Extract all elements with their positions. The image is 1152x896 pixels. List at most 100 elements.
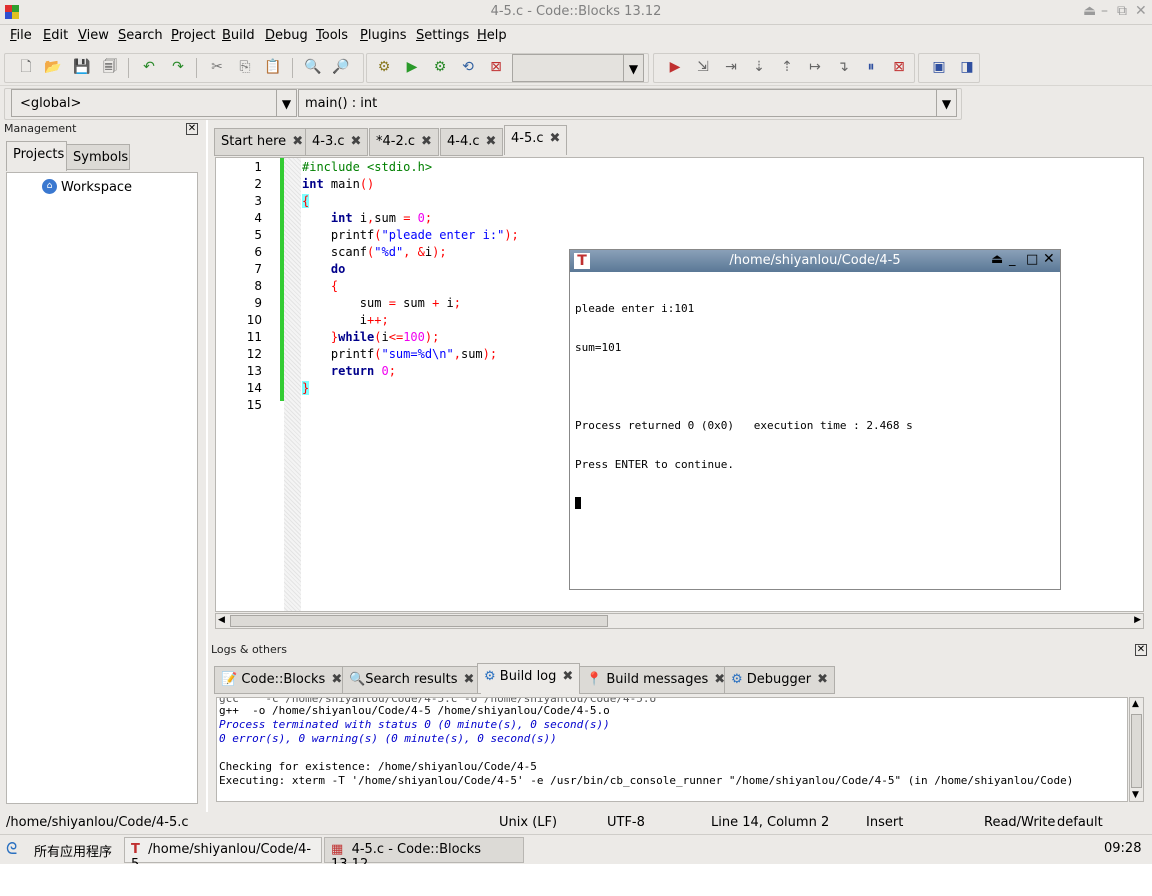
tab-4-4[interactable]: 4-4.c ✖ <box>440 128 504 156</box>
terminal-line: Process returned 0 (0x0) execution time … <box>575 419 913 432</box>
shade-icon[interactable]: ⏏ <box>1083 3 1096 19</box>
menu-tools[interactable]: Tools <box>316 28 348 43</box>
status-access: Read/Write <box>984 815 1056 830</box>
close-tab-icon[interactable]: ✖ <box>464 672 475 687</box>
step-into-icon[interactable]: ⇣ <box>750 58 768 76</box>
tab-search-results[interactable]: 🔍Search results ✖ <box>342 666 482 694</box>
code-line: int i,sum = 0; <box>330 211 433 225</box>
abort-icon[interactable]: ⊠ <box>487 58 505 76</box>
tab-projects[interactable]: Projects <box>6 141 67 171</box>
desktop-background <box>0 864 1152 896</box>
tab-4-5[interactable]: 4-5.c ✖ <box>504 125 568 155</box>
break-debugger-icon[interactable]: ⏸ <box>862 58 880 76</box>
tab-build-messages[interactable]: 📍 Build messages ✖ <box>579 666 733 694</box>
log-vertical-scrollbar[interactable]: ▲ ▼ <box>1129 697 1144 802</box>
close-tab-icon[interactable]: ✖ <box>486 134 497 149</box>
build-and-run-icon[interactable]: ⚙ <box>431 58 449 76</box>
close-tab-icon[interactable]: ✖ <box>331 672 342 687</box>
apps-menu-icon[interactable]: ᘓ <box>6 841 30 857</box>
tab-4-3[interactable]: 4-3.c ✖ <box>305 128 369 156</box>
close-icon[interactable]: ✕ <box>1043 251 1055 267</box>
line-number: 2 <box>254 177 262 191</box>
build-log-output[interactable]: gcc -c /home/shiyanlou/Code/4-5.c -o /ho… <box>216 697 1128 802</box>
undo-icon[interactable]: ↶ <box>140 58 158 76</box>
shade-icon[interactable]: ⏏ <box>991 252 1003 267</box>
xterm-window[interactable]: T /home/shiyanlou/Code/4-5 ⏏ _ □ ✕ plead… <box>569 249 1061 590</box>
menu-help[interactable]: Help <box>477 28 507 43</box>
save-icon[interactable]: 💾 <box>73 58 91 76</box>
minimize-icon[interactable]: – <box>1101 3 1108 19</box>
symbol-select[interactable]: main() : int ▼ <box>298 89 957 117</box>
tab-debugger[interactable]: ⚙ Debugger ✖ <box>724 666 836 694</box>
code-line: { <box>302 194 310 208</box>
find-icon[interactable]: 🔍 <box>304 58 322 76</box>
run-to-cursor-icon[interactable]: ⇲ <box>694 58 712 76</box>
close-panel-icon[interactable]: ✕ <box>186 123 198 135</box>
code-line: { <box>330 279 339 293</box>
various-info-icon[interactable]: ◨ <box>958 58 976 76</box>
apps-menu-label[interactable]: 所有应用程序 <box>34 841 112 860</box>
scope-select[interactable]: <global> ▼ <box>11 89 297 117</box>
tab-symbols[interactable]: Symbols <box>66 144 130 170</box>
maximize-icon[interactable]: □ <box>1026 252 1038 267</box>
scroll-right-icon[interactable]: ▶ <box>1134 615 1141 625</box>
close-icon[interactable]: ✕ <box>1135 3 1147 19</box>
close-panel-icon[interactable]: ✕ <box>1135 644 1147 656</box>
tab-codeblocks-log[interactable]: 📝 Code::Blocks ✖ <box>214 666 350 694</box>
close-tab-icon[interactable]: ✖ <box>351 134 362 149</box>
close-tab-icon[interactable]: ✖ <box>292 134 303 149</box>
taskbar-xterm[interactable]: T /home/shiyanlou/Code/4-5 <box>124 837 322 872</box>
rebuild-icon[interactable]: ⟲ <box>459 58 477 76</box>
tab-4-2[interactable]: *4-2.c ✖ <box>369 128 439 156</box>
debug-start-icon[interactable]: ▶ <box>666 58 684 76</box>
stop-debugger-icon[interactable]: ⊠ <box>890 58 908 76</box>
redo-icon[interactable]: ↷ <box>169 58 187 76</box>
menu-settings[interactable]: Settings <box>416 28 469 43</box>
window-titlebar: 4-5.c - Code::Blocks 13.12 ⏏ – ⧉ ✕ <box>0 0 1152 25</box>
replace-icon[interactable]: 🔎 <box>332 58 350 76</box>
menu-search[interactable]: Search <box>118 28 163 43</box>
scroll-thumb[interactable] <box>1131 714 1142 788</box>
menu-build[interactable]: Build <box>222 28 255 43</box>
terminal-line: Press ENTER to continue. <box>575 458 734 471</box>
step-into-instruction-icon[interactable]: ↴ <box>834 58 852 76</box>
next-line-icon[interactable]: ⇥ <box>722 58 740 76</box>
menu-project[interactable]: Project <box>171 28 216 43</box>
close-tab-icon[interactable]: ✖ <box>421 134 432 149</box>
build-icon[interactable]: ⚙ <box>375 58 393 76</box>
scroll-thumb[interactable] <box>230 615 608 627</box>
menu-debug[interactable]: Debug <box>265 28 308 43</box>
new-file-icon[interactable]: 🗋 <box>17 58 35 76</box>
workspace-item[interactable]: Workspace <box>61 180 132 195</box>
menu-mnemonic: S <box>416 28 425 43</box>
save-all-icon[interactable]: 🗐 <box>101 58 119 76</box>
paste-icon[interactable]: 📋 <box>264 58 282 76</box>
restore-icon[interactable]: ⧉ <box>1117 3 1127 19</box>
tab-build-log[interactable]: ⚙ Build log ✖ <box>477 663 581 693</box>
menu-file[interactable]: File <box>10 28 32 43</box>
build-target-select[interactable]: ▼ <box>512 54 644 82</box>
toolbar-separator <box>292 58 293 78</box>
close-tab-icon[interactable]: ✖ <box>817 672 828 687</box>
debugging-windows-icon[interactable]: ▣ <box>930 58 948 76</box>
scroll-left-icon[interactable]: ◀ <box>218 615 225 625</box>
copy-icon[interactable]: ⎘ <box>236 58 254 76</box>
taskbar-codeblocks[interactable]: ▦ 4-5.c - Code::Blocks 13.12 <box>324 837 524 872</box>
open-file-icon[interactable]: 📂 <box>44 58 62 76</box>
run-icon[interactable]: ▶ <box>403 58 421 76</box>
scroll-down-icon[interactable]: ▼ <box>1132 790 1139 800</box>
cut-icon[interactable]: ✂ <box>208 58 226 76</box>
editor-horizontal-scrollbar[interactable]: ◀ ▶ <box>215 613 1144 629</box>
close-tab-icon[interactable]: ✖ <box>562 669 573 684</box>
minimize-icon[interactable]: _ <box>1009 252 1016 267</box>
terminal-cursor <box>575 497 581 509</box>
scroll-up-icon[interactable]: ▲ <box>1132 699 1139 709</box>
menu-view[interactable]: View <box>78 28 109 43</box>
chevron-down-icon: ▼ <box>936 90 956 116</box>
next-instruction-icon[interactable]: ↦ <box>806 58 824 76</box>
tab-start-here[interactable]: Start here ✖ <box>214 128 311 156</box>
close-tab-icon[interactable]: ✖ <box>550 131 561 146</box>
menu-plugins[interactable]: Plugins <box>360 28 407 43</box>
menu-edit[interactable]: Edit <box>43 28 68 43</box>
step-out-icon[interactable]: ⇡ <box>778 58 796 76</box>
